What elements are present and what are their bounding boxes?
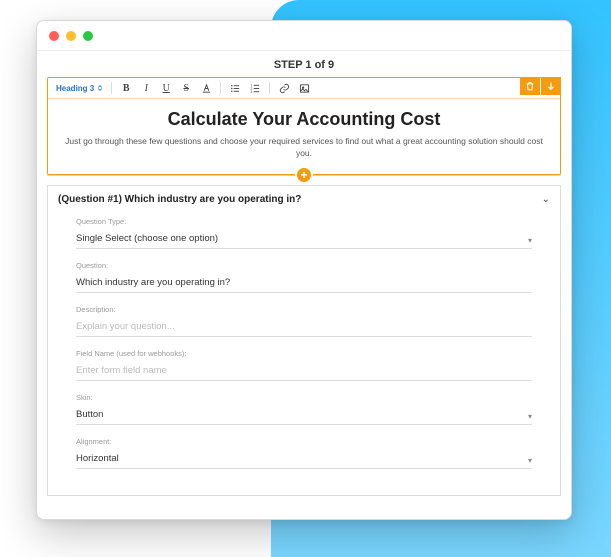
link-button[interactable] (278, 82, 290, 94)
text-color-button[interactable] (200, 82, 212, 94)
step-indicator: STEP 1 of 9 (37, 51, 571, 77)
question-block: (Question #1) Which industry are you ope… (47, 185, 561, 496)
app-window: STEP 1 of 9 Heading 3 B I U S (36, 20, 572, 520)
window-controls (49, 31, 93, 41)
field-label: Skin: (76, 393, 532, 402)
fieldname-input[interactable] (76, 362, 532, 381)
toolbar-separator (111, 82, 112, 94)
alignment-select[interactable] (76, 450, 532, 469)
page-subtitle: Just go through these few questions and … (64, 136, 544, 160)
svg-text:3: 3 (250, 90, 252, 94)
editor-block-actions (520, 77, 561, 95)
fieldname-field: Field Name (used for webhooks): (76, 349, 532, 381)
move-block-down-button[interactable] (541, 77, 561, 95)
question-text-input[interactable] (76, 274, 532, 293)
description-field: Description: (76, 305, 532, 337)
alignment-field: Alignment: (76, 437, 532, 469)
question-text-field: Question: (76, 261, 532, 293)
image-button[interactable] (298, 82, 310, 94)
toolbar-separator (220, 82, 221, 94)
question-type-field: Question Type: (76, 217, 532, 249)
question-header[interactable]: (Question #1) Which industry are you ope… (48, 186, 560, 213)
field-label: Alignment: (76, 437, 532, 446)
question-body: Question Type: Question: Description: Fi… (48, 213, 560, 495)
text-toolbar: Heading 3 B I U S 123 (48, 78, 560, 99)
skin-field: Skin: (76, 393, 532, 425)
field-label: Field Name (used for webhooks): (76, 349, 532, 358)
main-content: Heading 3 B I U S 123 (37, 77, 571, 506)
underline-button[interactable]: U (160, 82, 172, 94)
chevron-down-icon: ⌄ (542, 194, 550, 205)
close-window-button[interactable] (49, 31, 59, 41)
question-type-select[interactable] (76, 230, 532, 249)
question-title: (Question #1) Which industry are you ope… (58, 194, 301, 205)
toolbar-separator (269, 82, 270, 94)
minimize-window-button[interactable] (66, 31, 76, 41)
window-titlebar (37, 21, 571, 51)
heading-label: Heading 3 (56, 84, 94, 93)
heading-dropdown[interactable]: Heading 3 (56, 84, 103, 93)
maximize-window-button[interactable] (83, 31, 93, 41)
page-title: Calculate Your Accounting Cost (64, 109, 544, 130)
field-label: Question: (76, 261, 532, 270)
bullet-list-button[interactable] (229, 82, 241, 94)
editor-block: Heading 3 B I U S 123 (47, 77, 561, 175)
field-label: Description: (76, 305, 532, 314)
add-block-button[interactable]: + (295, 166, 313, 184)
bold-button[interactable]: B (120, 82, 132, 94)
field-label: Question Type: (76, 217, 532, 226)
strikethrough-button[interactable]: S (180, 82, 192, 94)
delete-block-button[interactable] (520, 77, 540, 95)
editor-body[interactable]: Calculate Your Accounting Cost Just go t… (48, 99, 560, 174)
italic-button[interactable]: I (140, 82, 152, 94)
numbered-list-button[interactable]: 123 (249, 82, 261, 94)
skin-select[interactable] (76, 406, 532, 425)
description-input[interactable] (76, 318, 532, 337)
chevron-updown-icon (97, 85, 103, 91)
